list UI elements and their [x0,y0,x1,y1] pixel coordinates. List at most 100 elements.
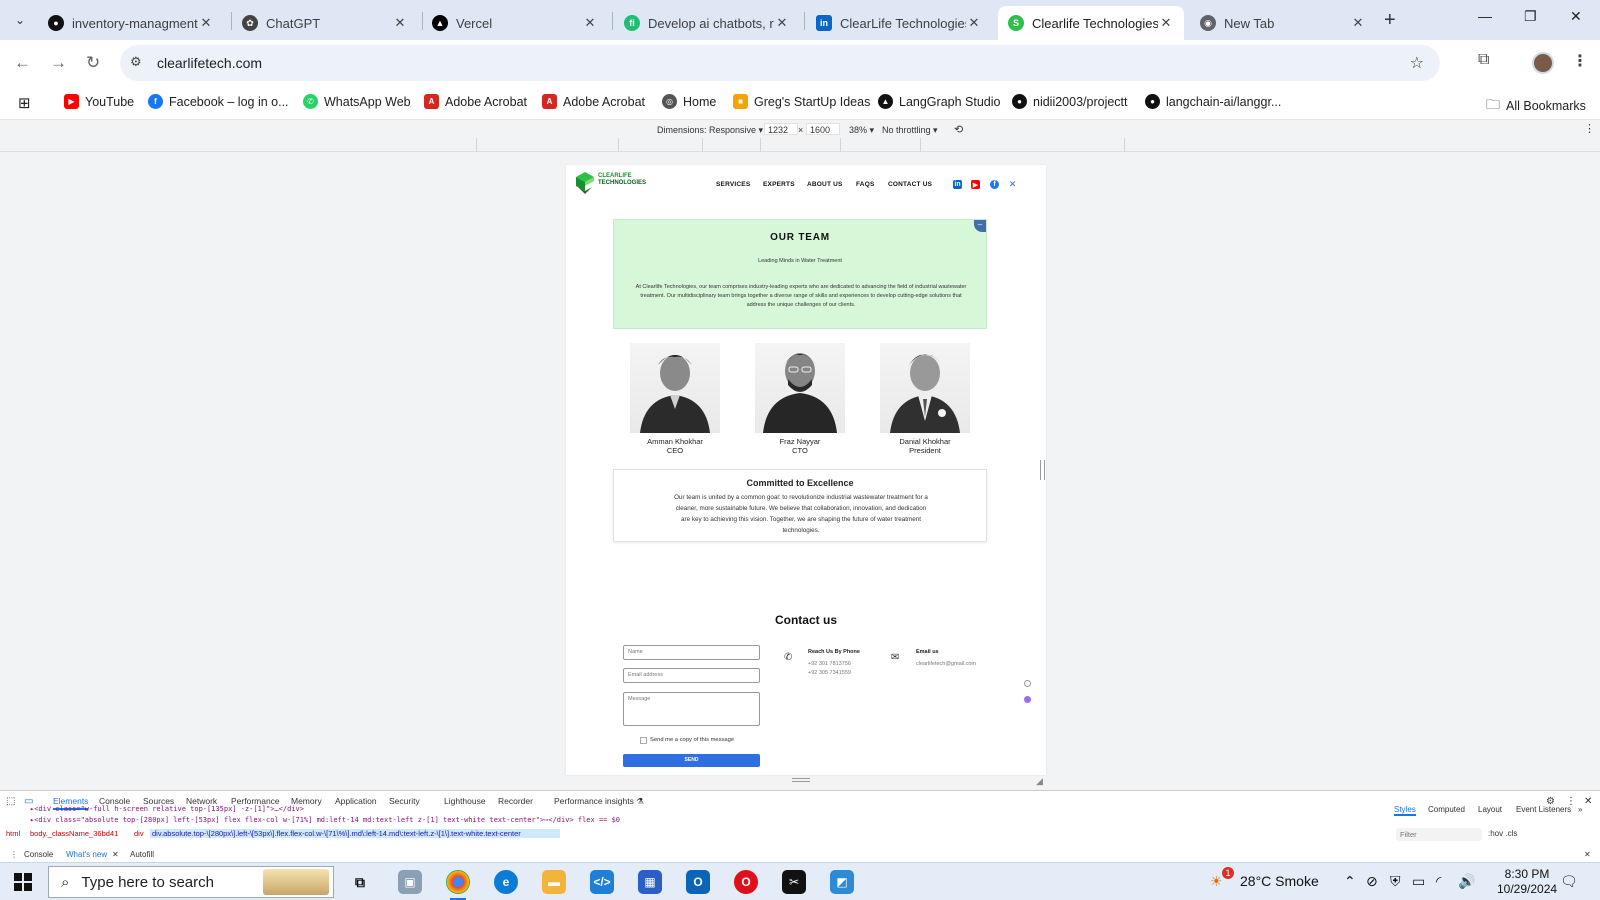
media-query-ruler[interactable] [920,138,921,152]
nav-about-us[interactable]: ABOUT US [807,181,843,188]
close-icon[interactable]: ✕ [1158,15,1174,31]
nav-experts[interactable]: EXPERTS [763,181,795,188]
shield-icon[interactable]: ⛨ [1390,873,1401,890]
bookmark-star-icon[interactable]: ☆ [1410,53,1424,73]
drawer-menu-icon[interactable]: ⋮ [10,850,18,859]
media-query-ruler[interactable] [1124,138,1125,152]
drawer-close-icon[interactable]: ✕ [1584,850,1591,859]
tab-linkedin[interactable]: in ClearLife Technologies ✕ [806,6,992,40]
name-input[interactable]: Name [623,645,760,660]
layout-tab[interactable]: Layout [1478,805,1502,814]
capcut-app-icon[interactable]: ✂ [782,870,806,894]
width-input[interactable]: 1232 [764,123,798,135]
notifications-icon[interactable]: 🗨 [1560,873,1578,890]
bookmark-whatsapp[interactable]: ✆ WhatsApp Web [303,94,411,109]
facebook-icon[interactable]: f [990,180,999,189]
devtools-close-icon[interactable]: ✕ [1584,796,1592,807]
bookmark-startup-ideas[interactable]: ■ Greg's StartUp Ideas [733,94,870,109]
forward-arrow-icon[interactable]: → [50,53,67,73]
chevron-up-icon[interactable]: ⌃ [1344,873,1356,890]
more-tabs-chevron-icon[interactable]: » [1578,805,1582,814]
tab-fiverr[interactable]: fi Develop ai chatbots, ra ✕ [614,6,800,40]
breadcrumb-body[interactable]: body._className_36bd41 [30,829,118,838]
media-query-ruler[interactable] [618,138,619,152]
taskbar-search-box[interactable]: ⌕ Type here to search [48,866,334,898]
media-query-ruler[interactable] [476,138,477,152]
bookmark-acrobat-1[interactable]: A Adobe Acrobat [424,94,527,109]
address-bar[interactable]: ⚙ clearlifetech.com ☆ [120,45,1440,81]
rotate-icon[interactable]: ⟲ [954,123,963,136]
window-close-icon[interactable]: ✕ [1570,8,1582,25]
x-twitter-icon[interactable]: ✕ [1008,179,1017,189]
styles-tab[interactable]: Styles [1394,805,1416,816]
viewport-resize-handle-bottom[interactable] [792,778,810,782]
bookmark-langgraph-repo[interactable]: ● langchain-ai/langgr... [1145,94,1281,109]
email-input[interactable]: Email address [623,668,760,683]
minimize-icon[interactable]: — [1478,8,1492,24]
close-icon[interactable]: ✕ [392,15,408,31]
breadcrumb-selected[interactable]: div.absolute.top-\[280px\].left-\[53px\]… [150,829,560,838]
filter-tools[interactable]: :hov .cls [1488,829,1517,838]
volume-icon[interactable]: 🔊 [1458,873,1475,890]
media-query-ruler[interactable] [702,138,703,152]
tab-new-tab[interactable]: ◉ New Tab ✕ [1190,6,1376,40]
clock[interactable]: 8:30 PM 10/29/2024 [1497,867,1557,897]
nav-faqs[interactable]: FAQS [856,181,875,188]
dimensions-select[interactable]: Dimensions: Responsive ▾ [657,125,763,136]
breadcrumb-html[interactable]: html [6,829,20,838]
styles-filter-input[interactable]: Filter [1396,828,1482,841]
close-icon[interactable]: ✕ [774,15,790,31]
message-textarea[interactable]: Message [623,692,760,726]
extensions-puzzle-icon[interactable]: ⧉ [1478,51,1489,69]
wifi-icon[interactable]: ◜ [1436,873,1441,890]
media-query-ruler[interactable] [760,138,761,152]
throttling-select[interactable]: No throttling ▾ [882,125,938,136]
floating-widget-icon[interactable] [1024,680,1031,687]
bookmark-youtube[interactable]: ▶ YouTube [64,94,134,109]
zoom-select[interactable]: 38% ▾ [849,125,874,136]
tab-vercel[interactable]: ▲ Vercel ✕ [422,6,608,40]
drawer-tab-autofill[interactable]: Autofill [130,850,154,859]
copy-checkbox[interactable] [640,737,647,744]
chrome-app-icon[interactable] [446,870,470,900]
viewport-resize-handle-right[interactable] [1040,460,1045,480]
breadcrumb-div[interactable]: div [134,829,144,838]
computed-tab[interactable]: Computed [1428,805,1465,814]
vscode-app-icon[interactable]: </> [590,870,614,894]
nav-contact-us[interactable]: CONTACT US [888,181,932,188]
battery-icon[interactable]: ▭ [1412,873,1425,890]
tab-inventory[interactable]: ● inventory-managment ✕ [38,6,224,40]
apps-grid-icon[interactable]: ⊞ [18,94,31,112]
media-query-ruler[interactable] [840,138,841,152]
clearlife-logo-icon[interactable] [574,169,596,195]
bookmark-home[interactable]: ◎ Home [662,94,716,109]
tab-clearlife-active[interactable]: S Clearlife Technologies ✕ [998,6,1184,40]
drawer-tab-console[interactable]: Console [24,850,53,859]
dom-node-line[interactable]: ▸<div class="w-full h-screen relative to… [30,805,1370,813]
windows-start-icon[interactable] [14,873,32,891]
drawer-tab-whats-new[interactable]: What's new [66,850,107,859]
tab-chatgpt[interactable]: ✿ ChatGPT ✕ [232,6,418,40]
weather-icon[interactable]: ☀ [1210,873,1223,890]
outlook-app-icon[interactable]: O [686,870,710,894]
photo-editor-app-icon[interactable]: ◩ [830,870,854,894]
opera-app-icon[interactable]: O [734,870,758,894]
minimize-badge-icon[interactable]: – [974,220,986,232]
back-arrow-icon[interactable]: ← [14,53,31,73]
avatar[interactable] [1532,52,1554,74]
nav-services[interactable]: SERVICES [716,181,750,188]
bookmark-facebook[interactable]: f Facebook – log in o... [148,94,289,109]
assistant-bubble-icon[interactable] [1024,696,1031,703]
close-icon[interactable]: ✕ [112,850,119,859]
bookmark-projectt[interactable]: ● nidii2003/projectt [1012,94,1128,109]
youtube-icon[interactable]: ▶ [971,180,980,189]
reload-icon[interactable]: ↻ [86,53,100,73]
tab-search-chevron-icon[interactable]: ⌄ [8,8,32,32]
close-icon[interactable]: ✕ [966,15,982,31]
logo-text[interactable]: CLEARLIFE TECHNOLOGIES [598,173,646,187]
task-view-icon[interactable]: ⧉ [348,870,372,894]
inspect-element-icon[interactable]: ⬚ [6,796,15,807]
device-more-icon[interactable]: ⋮ [1584,122,1595,135]
close-icon[interactable]: ✕ [198,15,214,31]
weather-text[interactable]: 28°C Smoke [1240,873,1319,889]
